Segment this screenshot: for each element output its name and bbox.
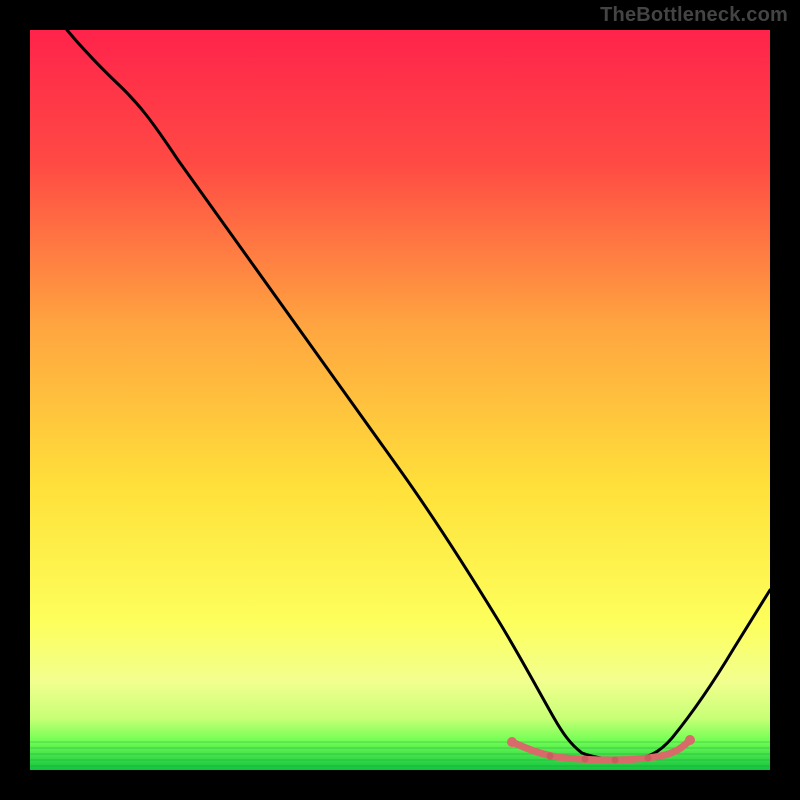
plot-area (30, 30, 770, 770)
chart-svg (0, 0, 800, 800)
watermark-text: TheBottleneck.com (600, 4, 788, 27)
gradient-background (30, 30, 770, 770)
chart-stage: TheBottleneck.com (0, 0, 800, 800)
